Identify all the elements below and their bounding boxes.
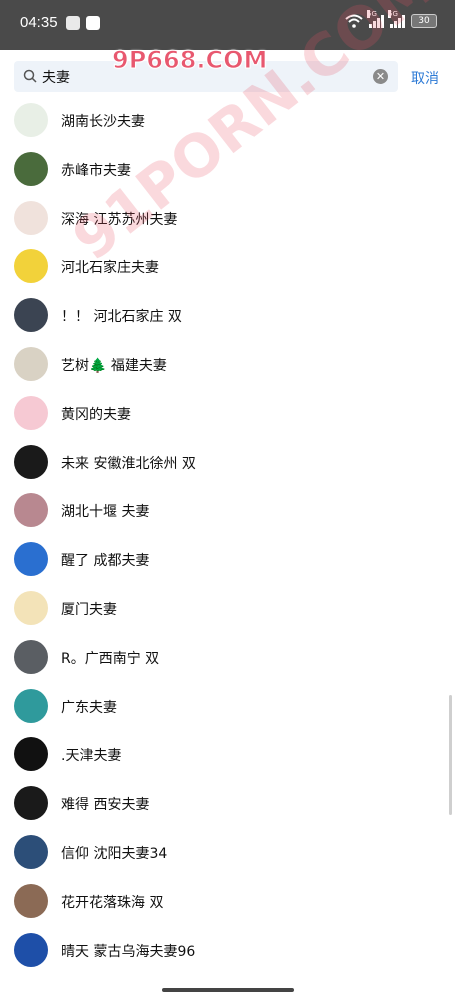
- avatar: [14, 103, 48, 137]
- result-name: 艺树🌲 福建夫妻: [61, 357, 167, 374]
- result-item[interactable]: R。广西南宁 双: [0, 633, 455, 682]
- avatar: [14, 688, 48, 723]
- result-name: 醒了 成都夫妻: [61, 553, 150, 570]
- scrollbar[interactable]: [449, 695, 452, 815]
- avatar: [14, 932, 48, 967]
- result-name: 厦门夫妻: [61, 601, 117, 618]
- search-bar[interactable]: 夫妻 ✕: [14, 61, 398, 92]
- avatar: [14, 444, 48, 479]
- result-name: 赤峰市夫妻: [61, 162, 131, 179]
- result-item[interactable]: 赤峰市夫妻: [0, 145, 455, 194]
- result-item[interactable]: 难得 西安夫妻: [0, 779, 455, 828]
- avatar: [14, 200, 48, 235]
- search-results-list: 湖南长沙夫妻 赤峰市夫妻深海 江苏苏州夫妻 河北石家庄夫妻 ！！ 河北石家庄 双艺树🌲…: [0, 96, 455, 974]
- result-name: 未来 安徽淮北徐州 双: [61, 455, 196, 472]
- result-name: R。广西南宁 双: [61, 650, 160, 667]
- avatar: [14, 298, 48, 333]
- result-item[interactable]: 广东夫妻: [0, 682, 455, 731]
- result-name: 河北石家庄夫妻: [61, 260, 159, 277]
- result-item[interactable]: 信仰 沈阳夫妻34: [0, 828, 455, 877]
- result-name: 湖南长沙夫妻: [61, 114, 145, 130]
- status-indicators: 5G 5G 30: [345, 10, 437, 28]
- status-bar: 04:35 5G 5G 30: [0, 0, 455, 50]
- avatar: [14, 249, 48, 284]
- avatar: [14, 590, 48, 625]
- result-item[interactable]: 晴天 蒙古乌海夫妻96: [0, 926, 455, 975]
- result-name: 花开花落珠海 双: [61, 894, 164, 911]
- notification-app-icon: [66, 16, 80, 30]
- home-indicator[interactable]: [162, 988, 294, 992]
- clear-search-icon[interactable]: ✕: [373, 69, 388, 84]
- wifi-icon: [345, 14, 363, 28]
- result-name: 难得 西安夫妻: [61, 797, 150, 814]
- network-type-label: 5G: [388, 10, 398, 18]
- result-item[interactable]: 湖北十堰 夫妻: [0, 486, 455, 535]
- result-name: 广东夫妻: [61, 699, 117, 716]
- result-item[interactable]: 艺树🌲 福建夫妻: [0, 340, 455, 389]
- result-item[interactable]: 厦门夫妻: [0, 584, 455, 633]
- result-item[interactable]: 花开花落珠海 双: [0, 877, 455, 926]
- avatar: [14, 737, 48, 772]
- signal-icon: 5G: [367, 10, 384, 28]
- network-type-label: 5G: [367, 10, 377, 18]
- battery-icon: 30: [411, 14, 437, 28]
- avatar: [14, 639, 48, 674]
- result-name: 信仰 沈阳夫妻34: [61, 845, 168, 862]
- result-item[interactable]: 醒了 成都夫妻: [0, 535, 455, 584]
- avatar: [14, 493, 48, 528]
- result-name: 黄冈的夫妻: [61, 406, 131, 423]
- cancel-button[interactable]: 取消: [411, 68, 439, 88]
- result-item[interactable]: .天津夫妻: [0, 730, 455, 779]
- result-item[interactable]: 湖南长沙夫妻: [0, 96, 455, 145]
- result-item[interactable]: ！！ 河北石家庄 双: [0, 291, 455, 340]
- signal-icon: 5G: [388, 10, 405, 28]
- result-name: 湖北十堰 夫妻: [61, 504, 150, 521]
- avatar: [14, 346, 48, 381]
- avatar: [14, 542, 48, 577]
- result-name: 晴天 蒙古乌海夫妻96: [61, 943, 196, 960]
- result-name: 深海 江苏苏州夫妻: [61, 211, 178, 228]
- result-item[interactable]: 河北石家庄夫妻: [0, 242, 455, 291]
- avatar: [14, 151, 48, 186]
- result-item[interactable]: 未来 安徽淮北徐州 双: [0, 438, 455, 487]
- avatar: [14, 786, 48, 821]
- avatar: [14, 883, 48, 918]
- search-icon: [23, 69, 37, 83]
- result-name: .天津夫妻: [61, 748, 122, 765]
- avatar: [14, 834, 48, 869]
- result-item[interactable]: 深海 江苏苏州夫妻: [0, 194, 455, 243]
- status-time: 04:35: [20, 14, 58, 31]
- result-item[interactable]: 黄冈的夫妻: [0, 389, 455, 438]
- search-input[interactable]: 夫妻: [42, 67, 70, 87]
- avatar: [14, 395, 48, 430]
- notification-app-icon: [86, 16, 100, 30]
- result-name: ！！ 河北石家庄 双: [61, 309, 182, 326]
